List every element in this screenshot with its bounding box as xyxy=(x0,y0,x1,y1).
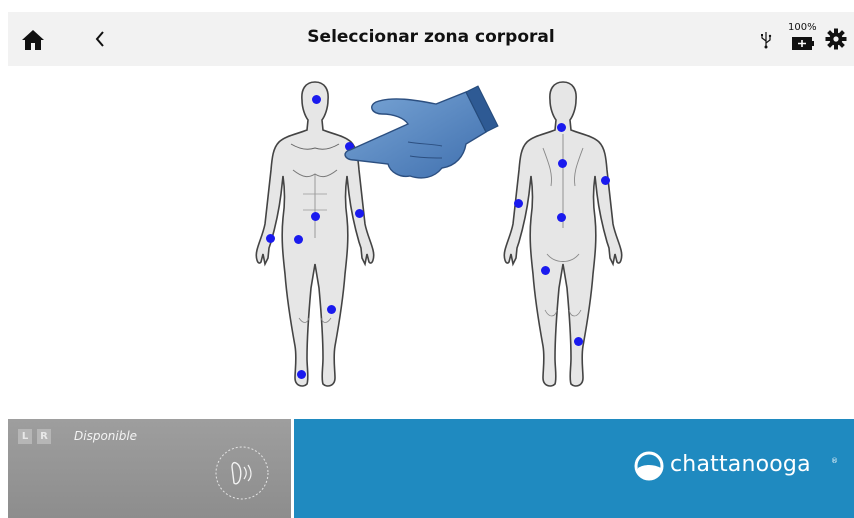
body-point-front-foot[interactable] xyxy=(297,370,306,379)
pointing-hand-icon xyxy=(344,85,499,179)
body-point-back-thigh[interactable] xyxy=(541,266,550,275)
body-point-back-arm-left[interactable] xyxy=(514,199,523,208)
battery-charging-icon xyxy=(792,37,814,50)
back-body-figure[interactable] xyxy=(493,78,633,393)
ultrasound-probe-icon[interactable] xyxy=(214,445,270,501)
body-point-front-thigh[interactable] xyxy=(294,235,303,244)
body-point-back-arm-right[interactable] xyxy=(601,176,610,185)
usb-icon xyxy=(761,32,772,49)
brand-registered-mark: ® xyxy=(831,457,838,465)
brand-panel: chattanooga ® xyxy=(294,419,854,518)
body-point-back-lower-spine[interactable] xyxy=(557,213,566,222)
body-point-front-arm-right[interactable] xyxy=(355,209,364,218)
left-side-toggle[interactable]: L xyxy=(18,429,32,444)
device-status-text: Disponible xyxy=(74,429,138,443)
battery-percent: 100% xyxy=(788,22,817,33)
gear-icon[interactable] xyxy=(825,28,847,50)
brand-name: chattanooga xyxy=(670,452,811,477)
body-point-front-hip[interactable] xyxy=(311,212,320,221)
body-point-back-upper-spine[interactable] xyxy=(558,159,567,168)
body-point-back-calf[interactable] xyxy=(574,337,583,346)
right-side-toggle[interactable]: R xyxy=(37,429,51,444)
body-point-front-hand-left[interactable] xyxy=(266,234,275,243)
body-point-front-calf[interactable] xyxy=(327,305,336,314)
body-point-front-head[interactable] xyxy=(312,95,321,104)
body-map xyxy=(8,66,854,419)
device-status-panel[interactable]: L R Disponible xyxy=(8,419,291,518)
page-title: Seleccionar zona corporal xyxy=(307,27,555,47)
body-point-back-neck[interactable] xyxy=(557,123,566,132)
top-bar: Seleccionar zona corporal 100% xyxy=(8,12,854,66)
chattanooga-logo-icon xyxy=(634,451,664,481)
